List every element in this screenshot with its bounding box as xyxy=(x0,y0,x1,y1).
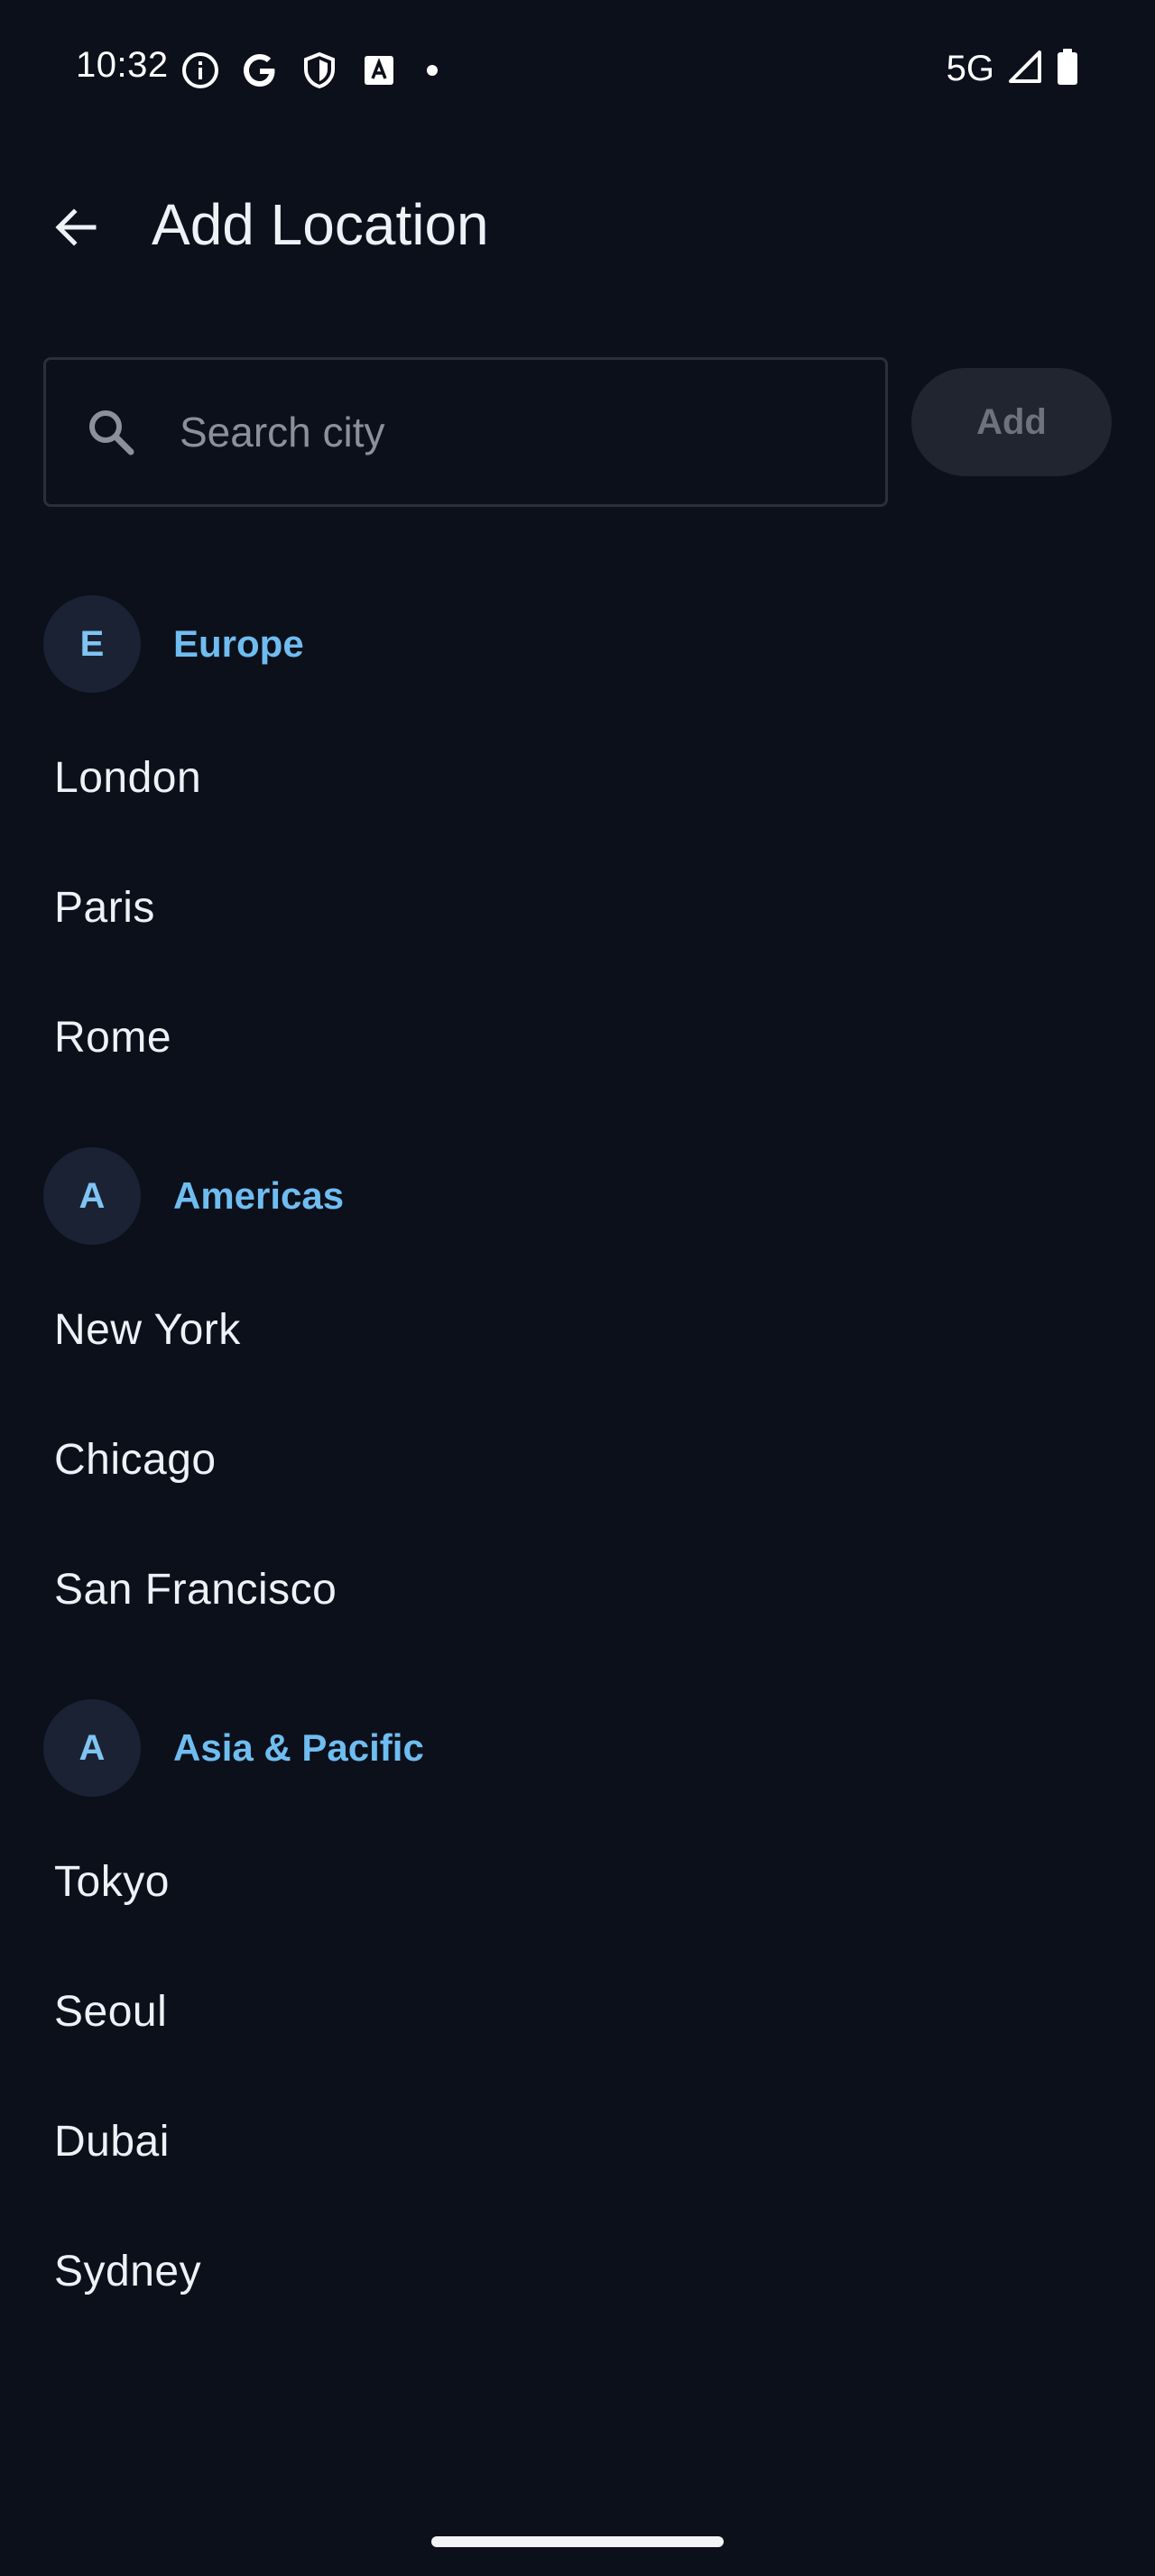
back-button[interactable] xyxy=(43,197,108,262)
city-item-seoul[interactable]: Seoul xyxy=(0,1946,1155,2076)
city-item-london[interactable]: London xyxy=(0,713,1155,842)
section-avatar: A xyxy=(43,1699,141,1797)
section-title: Americas xyxy=(173,1174,345,1217)
dot-icon xyxy=(419,51,446,90)
city-item-tokyo[interactable]: Tokyo xyxy=(0,1817,1155,1946)
add-location-screen: 10:32 5G Add Location Search city Add E … xyxy=(0,0,1155,2576)
gesture-nav-handle[interactable] xyxy=(431,2536,724,2547)
google-icon xyxy=(240,51,280,90)
status-bar: 10:32 5G xyxy=(0,0,1155,141)
section-header-asia-pacific: A Asia & Pacific xyxy=(43,1699,424,1797)
city-item-new-york[interactable]: New York xyxy=(0,1265,1155,1394)
info-icon xyxy=(180,51,220,90)
section-title: Asia & Pacific xyxy=(173,1726,424,1769)
city-label: Chicago xyxy=(54,1435,217,1484)
system-status: 5G xyxy=(947,47,1079,91)
city-label: Paris xyxy=(54,883,155,932)
city-item-san-francisco[interactable]: San Francisco xyxy=(0,1524,1155,1654)
section-avatar: A xyxy=(43,1147,141,1245)
city-item-chicago[interactable]: Chicago xyxy=(0,1394,1155,1524)
network-type: 5G xyxy=(946,49,994,88)
section-header-americas: A Americas xyxy=(43,1147,344,1245)
city-label: Sydney xyxy=(54,2247,202,2295)
shield-icon xyxy=(300,51,339,90)
city-label: Dubai xyxy=(54,2117,170,2166)
font-icon xyxy=(359,51,399,90)
city-item-sydney[interactable]: Sydney xyxy=(0,2206,1155,2336)
battery-icon xyxy=(1056,47,1079,91)
section-header-europe: E Europe xyxy=(43,595,304,693)
top-app-bar: Add Location xyxy=(0,177,1155,276)
section-title: Europe xyxy=(173,622,304,665)
signal-icon xyxy=(1007,49,1043,89)
city-label: Rome xyxy=(54,1013,172,1062)
search-input[interactable] xyxy=(178,359,885,505)
search-field[interactable] xyxy=(43,357,888,507)
city-label: San Francisco xyxy=(54,1565,337,1614)
city-item-dubai[interactable]: Dubai xyxy=(0,2076,1155,2206)
section-avatar: E xyxy=(43,595,141,693)
city-item-rome[interactable]: Rome xyxy=(0,972,1155,1102)
city-label: Seoul xyxy=(54,1987,168,2036)
city-label: London xyxy=(54,753,202,802)
city-item-paris[interactable]: Paris xyxy=(0,842,1155,972)
arrow-back-icon xyxy=(51,202,101,257)
page-title: Add Location xyxy=(152,192,489,257)
notification-icons xyxy=(180,51,446,90)
status-time: 10:32 xyxy=(76,45,169,85)
add-button[interactable]: Add xyxy=(911,368,1112,476)
search-icon xyxy=(84,405,138,459)
city-label: Tokyo xyxy=(54,1857,170,1906)
city-label: New York xyxy=(54,1305,241,1354)
